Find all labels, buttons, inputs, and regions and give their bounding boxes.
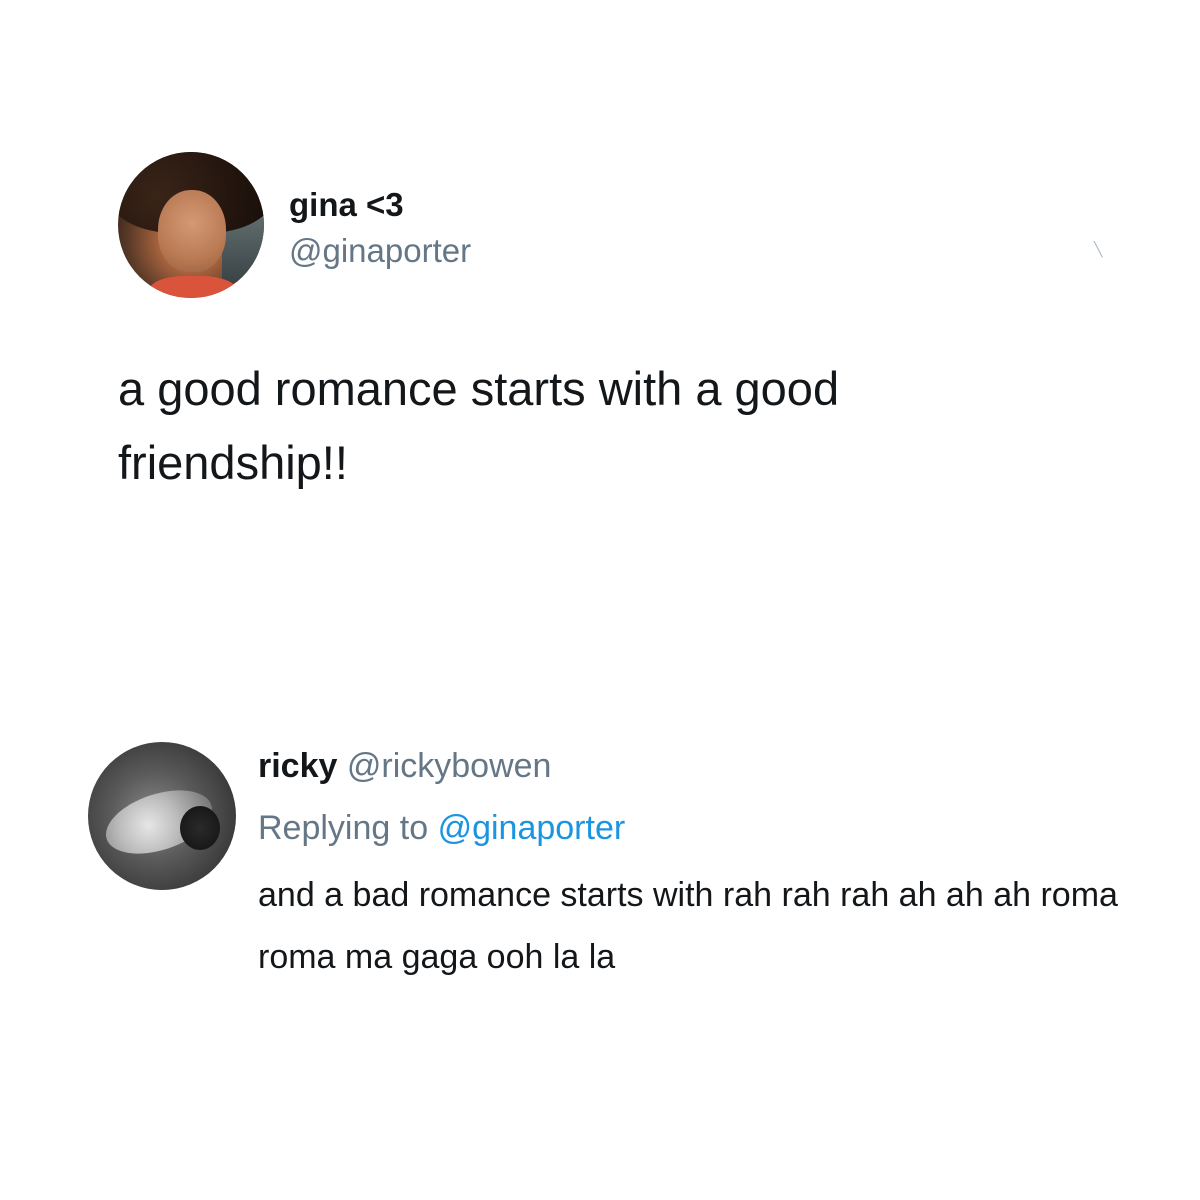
reply-body: ricky @rickybowen Replying to @ginaporte…	[258, 746, 1158, 988]
reply-display-name[interactable]: ricky	[258, 747, 337, 785]
author-handle[interactable]: @ginaporter	[289, 232, 471, 270]
main-tweet: gina <3 @ginaporter ╲ a good romance sta…	[0, 0, 1200, 560]
reply-header: ricky @rickybowen	[258, 746, 1158, 786]
author-info: gina <3 @ginaporter	[289, 186, 471, 270]
reply-tweet: ricky @rickybowen Replying to @ginaporte…	[0, 700, 1200, 1020]
avatar-shirt	[148, 276, 238, 298]
replying-to-link[interactable]: @ginaporter	[438, 809, 626, 847]
replying-to-line: Replying to @ginaporter	[258, 808, 1158, 848]
tweet-text: a good romance starts with a good friend…	[118, 362, 840, 489]
avatar-face	[158, 190, 226, 272]
avatar-head	[180, 806, 220, 850]
replying-to-label: Replying to	[258, 809, 429, 847]
author-display-name[interactable]: gina <3	[289, 186, 471, 224]
chevron-down-icon[interactable]: ╲	[1094, 242, 1102, 256]
ricky-avatar[interactable]	[88, 742, 236, 890]
reply-handle[interactable]: @rickybowen	[347, 747, 552, 785]
reply-text: and a bad romance starts with rah rah ra…	[258, 876, 1118, 976]
gina-avatar[interactable]	[118, 152, 264, 298]
